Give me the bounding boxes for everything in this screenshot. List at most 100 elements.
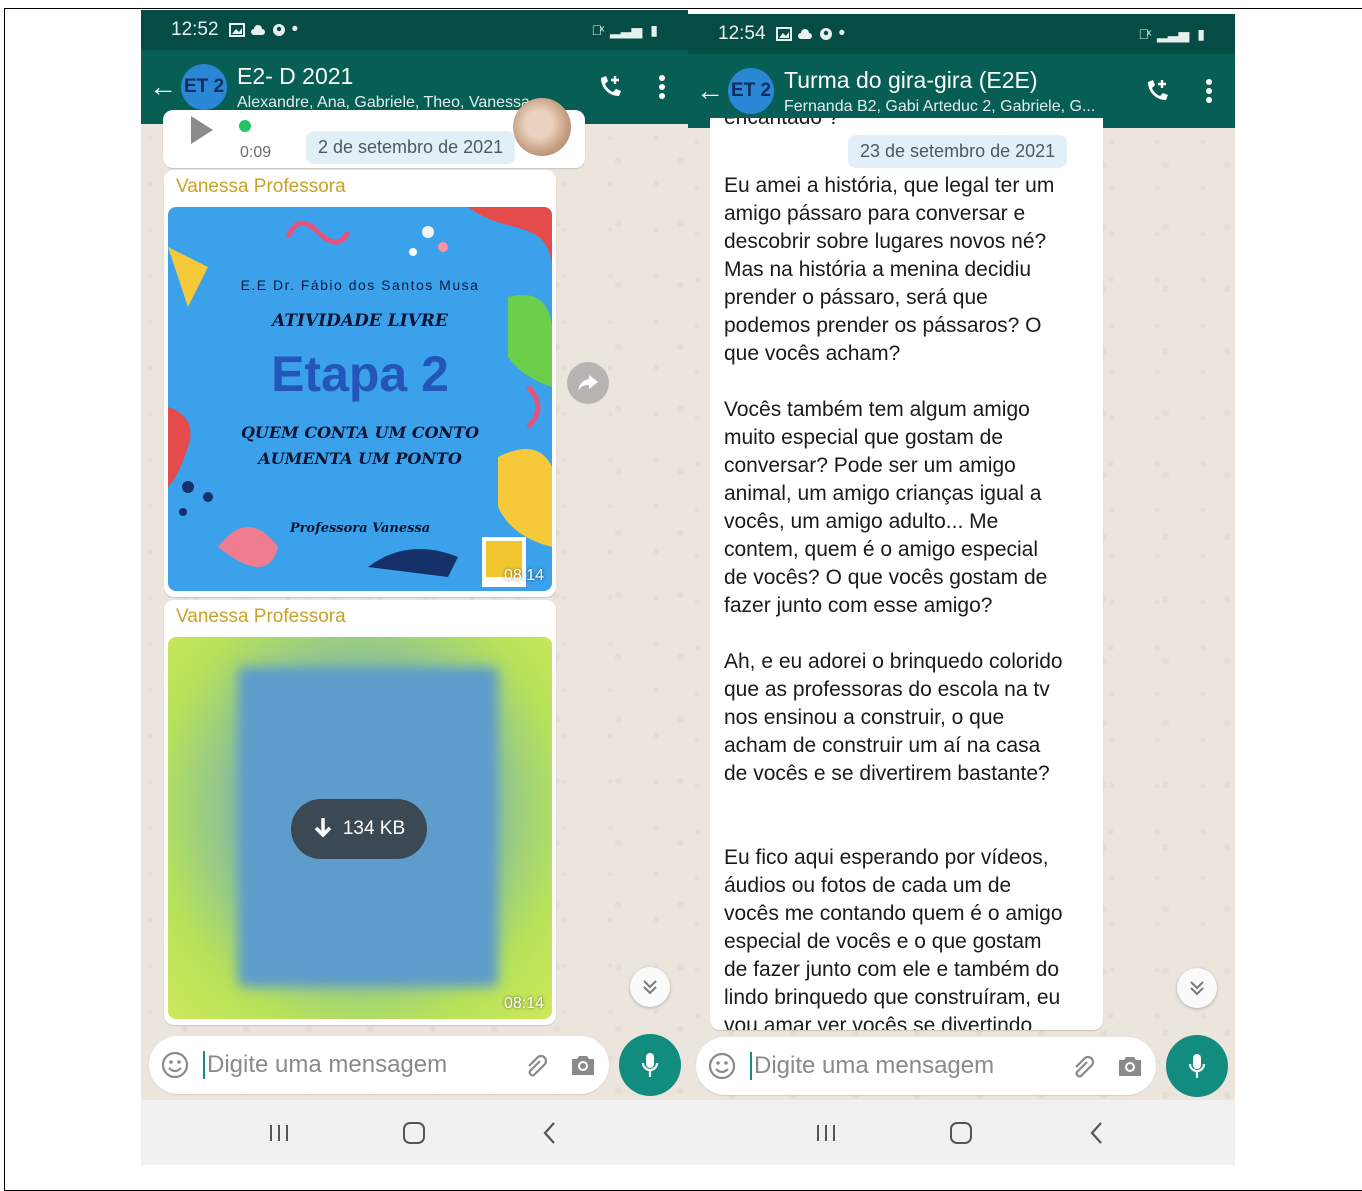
android-nav-bar (141, 1100, 688, 1165)
scroll-down-button[interactable] (1177, 968, 1217, 1008)
phone-plus-icon (601, 76, 621, 96)
battery-icon: ▮ (650, 21, 658, 38)
emoji-icon[interactable] (161, 1051, 189, 1079)
blurred-image[interactable]: 134 KB 08:14 (168, 637, 552, 1019)
dot-icon: • (291, 19, 299, 40)
more-vert-icon (1206, 79, 1212, 103)
chat-title-block[interactable]: Turma do gira-gira (E2E) Fernanda B2, Ga… (784, 67, 1131, 116)
play-icon[interactable] (191, 116, 213, 144)
status-time: 12:54 (718, 23, 766, 44)
mic-icon (641, 1053, 659, 1077)
poster-image[interactable]: E.E Dr. Fábio dos Santos Musa ATIVIDADE … (168, 207, 552, 591)
camera-icon[interactable] (1116, 1054, 1144, 1078)
back-icon (1090, 1121, 1102, 1144)
recent-apps-button[interactable] (806, 1113, 846, 1153)
previous-text-cut: encantado ? (724, 118, 840, 130)
attach-icon[interactable] (521, 1050, 551, 1080)
notification-icons: • (775, 23, 846, 45)
status-bar: 12:52 • ✕ͯ ▂▃▅ ▮ (141, 10, 688, 50)
attach-icon[interactable] (1068, 1051, 1098, 1081)
home-button[interactable] (941, 1113, 981, 1153)
gallery-icon (775, 27, 792, 41)
double-chevron-down-icon (643, 980, 657, 995)
back-arrow-icon[interactable]: ← (696, 77, 728, 105)
chat-title: Turma do gira-gira (E2E) (784, 66, 1038, 93)
voice-progress-dot (239, 120, 251, 132)
mute-icon: ✕ͯ (591, 22, 602, 38)
message-time: 08:14 (503, 567, 544, 584)
avatar-label: ET 2 (183, 76, 225, 97)
sender-name: Vanessa Professora (176, 176, 346, 197)
account-icon (819, 28, 832, 40)
share-icon (578, 375, 598, 391)
phone-plus-icon (1148, 80, 1168, 100)
emoji-icon[interactable] (708, 1052, 736, 1080)
mic-button[interactable] (1166, 1035, 1228, 1097)
poster-subtitle: QUEM CONTA UM CONTO AUMENTA UM PONTO (240, 423, 480, 468)
home-button[interactable] (394, 1113, 434, 1153)
notification-icons: • (228, 19, 299, 41)
forward-button[interactable] (567, 362, 609, 404)
dot-icon: • (838, 23, 846, 44)
account-icon (272, 24, 285, 36)
battery-icon: ▮ (1197, 25, 1205, 42)
voice-duration: 0:09 (240, 144, 272, 161)
message-text: Eu amei a história, que legal ter um ami… (724, 174, 1063, 1030)
poster-school: E.E Dr. Fábio dos Santos Musa (240, 277, 480, 293)
poster-teacher: Professora Vanessa (289, 521, 431, 536)
left-phone: 12:52 • ✕ͯ ▂▃▅ ▮ ← ET 2 E2- D 2021 Alexa… (141, 10, 688, 1165)
date-divider: 2 de setembro de 2021 (306, 131, 516, 164)
home-icon (950, 1121, 973, 1144)
mic-button[interactable] (619, 1034, 681, 1096)
status-bar: 12:54 • ✕ͯ ▂▃▅ ▮ (688, 14, 1235, 54)
add-call-button[interactable] (1131, 66, 1183, 116)
scroll-down-button[interactable] (630, 967, 670, 1007)
sender-avatar (513, 98, 571, 156)
sender-name: Vanessa Professora (176, 606, 346, 627)
system-status-icons: ✕ͯ ▂▃▅ ▮ (1138, 26, 1205, 43)
poster-activity: ATIVIDADE LIVRE (272, 311, 448, 331)
avatar-label: ET 2 (730, 80, 772, 101)
message-input[interactable]: Digite uma mensagem (203, 1051, 521, 1079)
group-avatar[interactable]: ET 2 (181, 64, 227, 110)
image-message[interactable]: Vanessa Professora E.E Dr. Fábio dos San… (164, 170, 556, 597)
back-button[interactable] (1077, 1113, 1117, 1153)
double-chevron-down-icon (1190, 981, 1204, 996)
back-arrow-icon[interactable]: ← (149, 73, 181, 101)
message-input-bar[interactable]: Digite uma mensagem (149, 1036, 609, 1094)
message-time: 08:14 (503, 995, 544, 1012)
menu-button[interactable] (1183, 66, 1235, 116)
gallery-icon (228, 23, 245, 37)
recent-apps-icon (269, 1124, 288, 1141)
download-button[interactable]: 134 KB (291, 799, 427, 859)
poster-title: Etapa 2 (271, 346, 449, 402)
mute-icon: ✕ͯ (1138, 26, 1149, 42)
home-icon (403, 1121, 426, 1144)
right-phone: 12:54 • ✕ͯ ▂▃▅ ▮ ← ET 2 Turma do gira-gi… (688, 14, 1235, 1165)
download-icon (314, 818, 332, 838)
status-time: 12:52 (171, 19, 219, 40)
message-input[interactable]: Digite uma mensagem (750, 1052, 1068, 1080)
recent-apps-button[interactable] (259, 1113, 299, 1153)
date-divider: 23 de setembro de 2021 (848, 135, 1068, 168)
signal-icon: ▂▃▅ (1156, 25, 1190, 42)
cloud-icon (250, 25, 265, 35)
cloud-icon (797, 29, 812, 39)
signal-icon: ▂▃▅ (609, 21, 643, 38)
text-message[interactable]: encantado ? Eu amei a história, que lega… (710, 118, 1103, 1030)
image-message[interactable]: Vanessa Professora 134 KB 08:14 (164, 600, 556, 1025)
system-status-icons: ✕ͯ ▂▃▅ ▮ (591, 22, 658, 39)
menu-button[interactable] (636, 62, 688, 112)
android-nav-bar (688, 1100, 1235, 1165)
chat-members: Fernanda B2, Gabi Arteduc 2, Gabriele, G… (784, 97, 1096, 115)
chat-header: ← ET 2 Turma do gira-gira (E2E) Fernanda… (688, 54, 1235, 128)
back-icon (543, 1121, 555, 1144)
camera-icon[interactable] (569, 1053, 597, 1077)
add-call-button[interactable] (584, 62, 636, 112)
group-avatar[interactable]: ET 2 (728, 68, 774, 114)
download-size: 134 KB (342, 818, 406, 839)
message-input-bar[interactable]: Digite uma mensagem (696, 1037, 1156, 1095)
more-vert-icon (659, 75, 665, 99)
mic-icon (1188, 1054, 1206, 1078)
back-button[interactable] (530, 1113, 570, 1153)
